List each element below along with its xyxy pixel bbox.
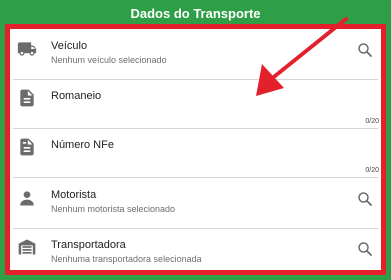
divider	[13, 228, 378, 229]
romaneio-field[interactable]: Romaneio 0/20	[10, 80, 381, 129]
warehouse-icon	[17, 237, 37, 257]
romaneio-char-counter: 0/20	[365, 118, 379, 125]
carrier-field[interactable]: Transportadora Nenhuma transportadora se…	[10, 230, 381, 279]
carrier-value: Nenhuma transportadora selecionada	[51, 254, 202, 264]
carrier-label: Transportadora	[51, 239, 126, 251]
divider	[13, 177, 378, 178]
driver-field[interactable]: Motorista Nenhum motorista selecionado	[10, 180, 381, 229]
driver-label: Motorista	[51, 189, 97, 201]
search-icon[interactable]	[356, 240, 374, 258]
vehicle-label: Veículo	[51, 40, 88, 52]
search-icon[interactable]	[356, 190, 374, 208]
section-title: Dados do Transporte	[130, 5, 261, 21]
nfe-char-counter: 0/20	[365, 167, 379, 174]
vehicle-field[interactable]: Veículo Nenhum veículo selecionado	[10, 31, 381, 80]
nfe-number-field[interactable]: Número NFe 0/20	[10, 129, 381, 178]
receipt-icon	[17, 137, 37, 157]
nfe-number-label: Número NFe	[51, 139, 114, 151]
document-icon	[17, 88, 37, 108]
driver-value: Nenhum motorista selecionado	[51, 204, 176, 214]
transport-card: Dados do Transporte Veículo Nenhum veícu…	[0, 0, 391, 280]
search-icon[interactable]	[356, 41, 374, 59]
person-icon	[17, 188, 37, 208]
transport-fields-panel: Veículo Nenhum veículo selecionado Roman…	[5, 24, 386, 275]
romaneio-label: Romaneio	[51, 90, 102, 102]
truck-icon	[17, 39, 37, 59]
vehicle-value: Nenhum veículo selecionado	[51, 55, 167, 65]
